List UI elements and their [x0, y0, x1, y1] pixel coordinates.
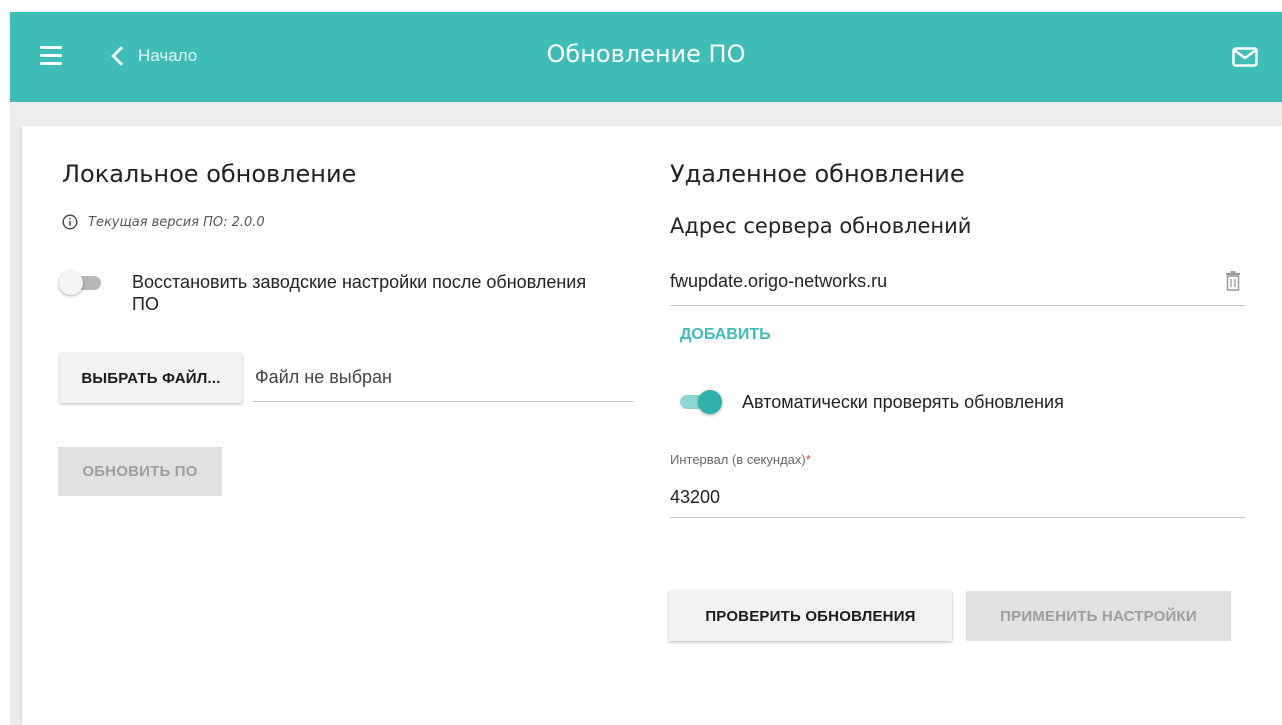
update-firmware-button[interactable]: ОБНОВИТЬ ПО [58, 447, 222, 496]
interval-field [670, 478, 1245, 518]
check-updates-button[interactable]: ПРОВЕРИТЬ ОБНОВЛЕНИЯ [669, 591, 952, 641]
mail-icon[interactable] [1232, 47, 1258, 67]
file-status: Файл не выбран [253, 352, 634, 402]
factory-reset-label: Восстановить заводские настройки после о… [132, 272, 587, 314]
interval-input[interactable] [670, 478, 1245, 512]
info-icon [62, 214, 78, 230]
update-server-heading: Адрес сервера обновлений [670, 214, 972, 238]
add-server-button[interactable]: ДОБАВИТЬ [680, 326, 771, 344]
factory-reset-toggle[interactable] [59, 269, 105, 297]
auto-check-label: Автоматически проверять обновления [742, 392, 1064, 412]
remote-update-title: Удаленное обновление [670, 160, 965, 188]
current-version: Текущая версия ПО: 2.0.0 [62, 214, 265, 230]
trash-icon[interactable] [1225, 270, 1241, 292]
interval-label: Интервал (в секундах)* [670, 452, 811, 467]
interval-label-text: Интервал (в секундах) [670, 452, 806, 467]
choose-file-button[interactable]: ВЫБРАТЬ ФАЙЛ... [60, 353, 242, 403]
auto-check-toggle[interactable] [676, 388, 722, 416]
local-update-title: Локальное обновление [62, 160, 357, 188]
required-mark: * [805, 452, 811, 467]
apply-settings-button[interactable]: ПРИМЕНИТЬ НАСТРОЙКИ [966, 591, 1231, 641]
update-server-row: fwupdate.origo-networks.ru [670, 262, 1245, 306]
page-title: Обновление ПО [546, 40, 746, 68]
update-server-value: fwupdate.origo-networks.ru [670, 271, 888, 291]
current-version-text: Текущая версия ПО: 2.0.0 [88, 214, 265, 230]
app-header: Начало Обновление ПО [10, 12, 1282, 102]
